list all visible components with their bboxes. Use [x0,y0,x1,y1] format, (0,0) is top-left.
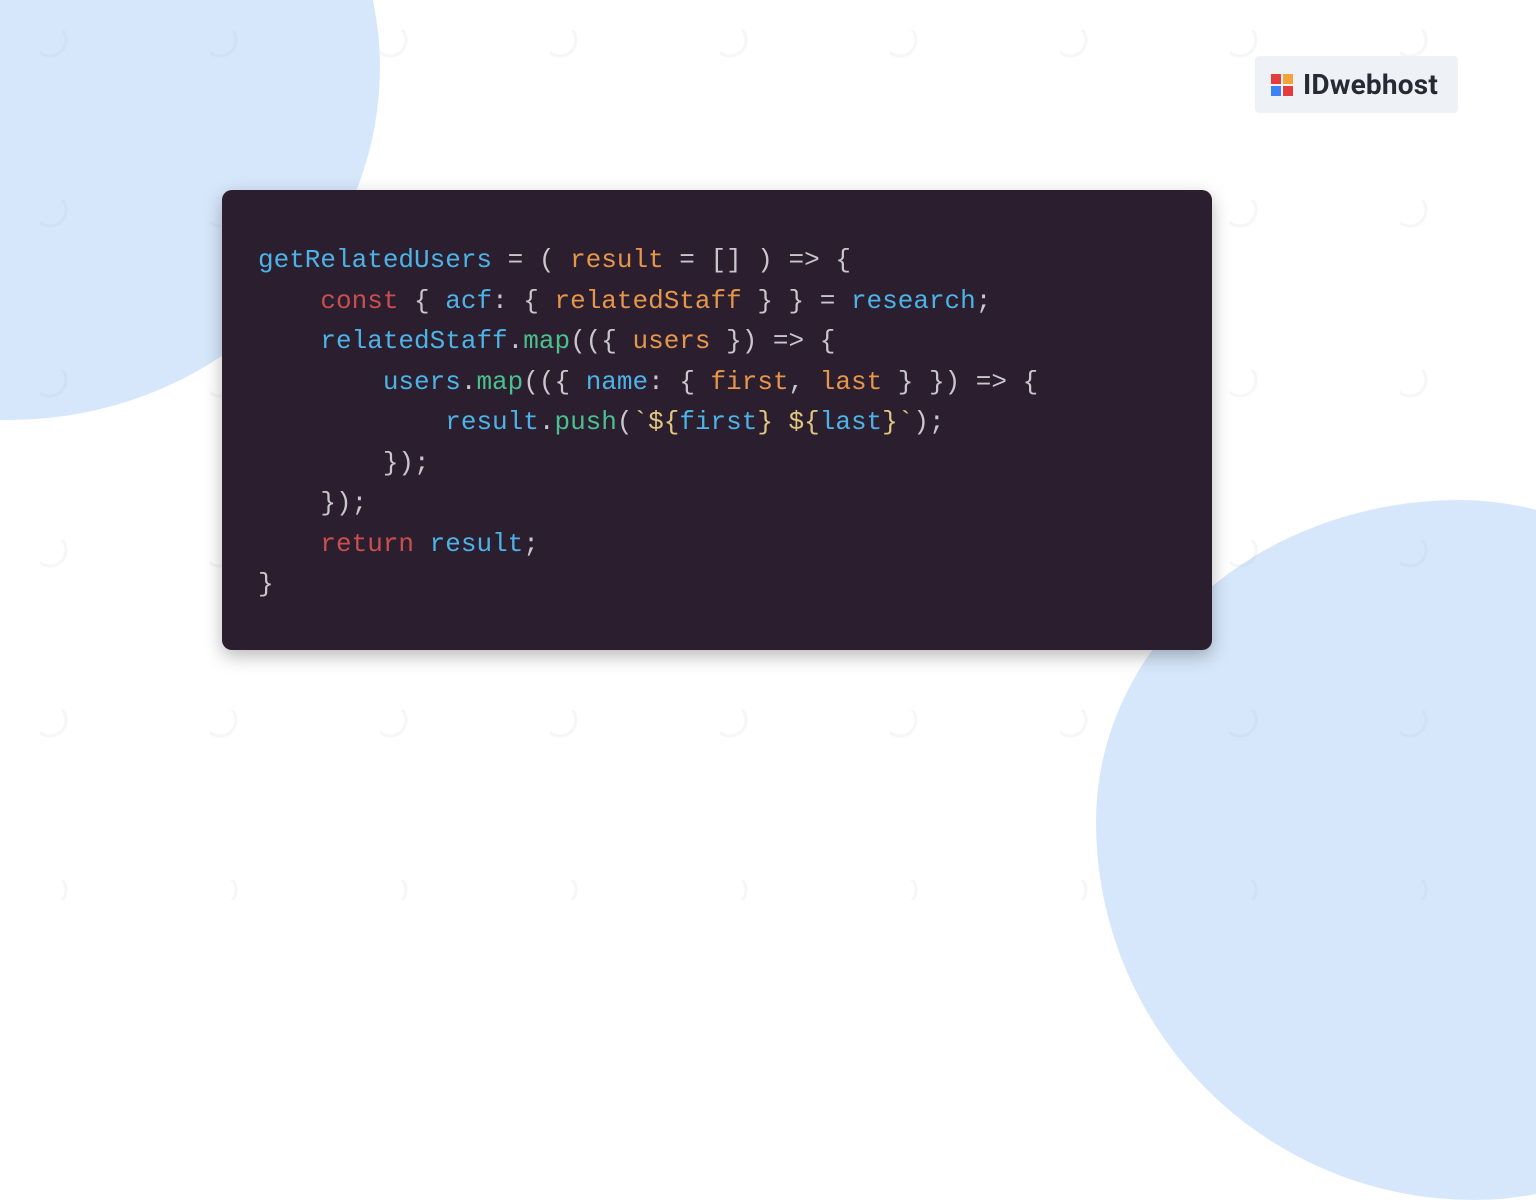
code-snippet: getRelatedUsers = ( result = [] ) => { c… [258,240,1172,605]
brand-badge: IDwebhost [1255,56,1458,113]
code-snippet-card: getRelatedUsers = ( result = [] ) => { c… [222,190,1212,650]
code-token-function: getRelatedUsers [258,245,492,275]
brand-name: IDwebhost [1303,68,1438,101]
brand-logo-icon [1271,74,1293,96]
